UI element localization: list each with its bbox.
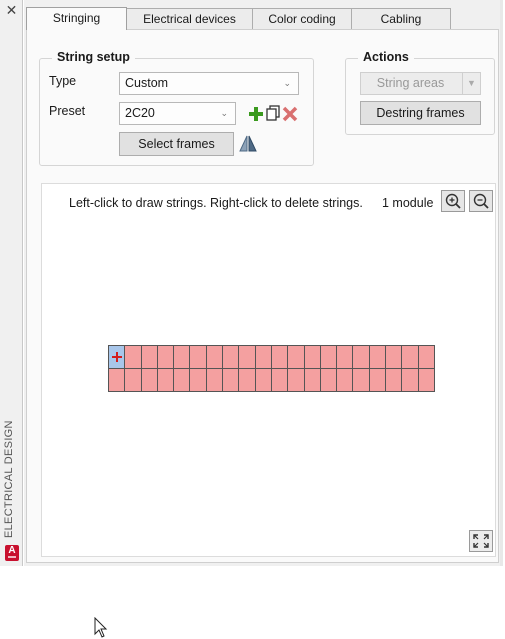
- preset-value: 2C20: [125, 106, 155, 120]
- zoom-in-icon: [445, 193, 461, 209]
- pv-module[interactable]: [402, 346, 419, 369]
- pv-module[interactable]: [369, 369, 387, 392]
- pv-module[interactable]: [337, 369, 354, 392]
- pv-module[interactable]: [320, 346, 338, 369]
- type-select[interactable]: Custom ⌄: [119, 72, 299, 95]
- zoom-in-button[interactable]: [441, 190, 465, 212]
- mouse-cursor-icon: [94, 617, 108, 638]
- pv-module[interactable]: [223, 369, 240, 392]
- select-frames-button[interactable]: Select frames: [119, 132, 234, 156]
- type-value: Custom: [125, 76, 169, 90]
- module-grid[interactable]: [108, 345, 435, 392]
- pv-module[interactable]: [369, 346, 387, 369]
- close-icon[interactable]: ✕: [4, 3, 19, 18]
- tab-stringing[interactable]: Stringing: [26, 7, 127, 30]
- pv-module[interactable]: [386, 369, 403, 392]
- pv-module[interactable]: [353, 346, 370, 369]
- palette-title: ELECTRICAL DESIGN: [3, 420, 15, 538]
- pv-module[interactable]: [109, 369, 126, 392]
- expand-icon: [473, 534, 489, 548]
- pv-module[interactable]: [304, 346, 321, 369]
- string-setup-group: String setup Type Custom ⌄ Preset 2C20 ⌄: [39, 50, 314, 166]
- pv-module[interactable]: [402, 369, 419, 392]
- string-areas-select[interactable]: String areas ▼: [360, 72, 481, 95]
- pv-module[interactable]: [125, 369, 142, 392]
- pv-module[interactable]: [418, 346, 435, 369]
- pv-module-selected[interactable]: [109, 346, 126, 369]
- pv-module[interactable]: [353, 369, 370, 392]
- pv-module[interactable]: [206, 369, 224, 392]
- pv-module[interactable]: [239, 369, 256, 392]
- main-panel: Stringing Electrical devices Color codin…: [24, 0, 503, 638]
- pv-module[interactable]: [255, 369, 272, 392]
- panel-edge: [500, 0, 503, 566]
- tab-bar: Stringing Electrical devices Color codin…: [26, 7, 451, 30]
- pv-module[interactable]: [141, 346, 158, 369]
- preset-label: Preset: [49, 104, 86, 118]
- pv-module[interactable]: [337, 346, 354, 369]
- zoom-out-button[interactable]: [469, 190, 493, 212]
- add-icon[interactable]: [248, 106, 264, 122]
- pv-module[interactable]: [255, 346, 272, 369]
- tab-color-coding[interactable]: Color coding: [252, 8, 352, 30]
- pv-module[interactable]: [174, 369, 191, 392]
- pv-module[interactable]: [174, 346, 191, 369]
- pv-module[interactable]: [271, 369, 289, 392]
- pv-module[interactable]: [288, 346, 305, 369]
- pv-module[interactable]: [320, 369, 338, 392]
- tab-cabling[interactable]: Cabling: [351, 8, 451, 30]
- pv-module[interactable]: [418, 369, 435, 392]
- pv-module[interactable]: [386, 346, 403, 369]
- pv-module[interactable]: [190, 346, 207, 369]
- delete-icon[interactable]: [282, 106, 298, 122]
- copy-icon[interactable]: [265, 105, 281, 122]
- chevron-down-icon: ⌄: [283, 78, 291, 88]
- pv-module[interactable]: [271, 346, 289, 369]
- palette-strip: ✕ ELECTRICAL DESIGN A: [0, 0, 23, 566]
- zoom-out-icon: [473, 193, 489, 209]
- string-setup-title: String setup: [52, 50, 135, 64]
- mirror-icon[interactable]: [238, 135, 258, 153]
- string-areas-value: String areas: [376, 76, 445, 90]
- stringing-canvas[interactable]: Left-click to draw strings. Right-click …: [41, 183, 496, 638]
- tab-electrical-devices[interactable]: Electrical devices: [126, 8, 253, 30]
- type-label: Type: [49, 74, 77, 88]
- pv-module[interactable]: [304, 369, 321, 392]
- canvas-hint: Left-click to draw strings. Right-click …: [69, 196, 363, 210]
- pv-module[interactable]: [125, 346, 142, 369]
- pv-module[interactable]: [157, 369, 175, 392]
- preset-select[interactable]: 2C20 ⌄: [119, 102, 236, 125]
- fullscreen-button[interactable]: [469, 530, 493, 552]
- pv-module[interactable]: [141, 369, 158, 392]
- app-logo: A: [5, 545, 19, 561]
- pv-module[interactable]: [190, 369, 207, 392]
- pv-module[interactable]: [206, 346, 224, 369]
- pv-module[interactable]: [157, 346, 175, 369]
- pv-module[interactable]: [288, 369, 305, 392]
- destring-frames-button[interactable]: Destring frames: [360, 101, 481, 125]
- pv-module[interactable]: [239, 346, 256, 369]
- actions-title: Actions: [358, 50, 414, 64]
- tab-content: String setup Type Custom ⌄ Preset 2C20 ⌄: [26, 29, 499, 638]
- chevron-down-icon: ⌄: [220, 108, 228, 118]
- pv-module[interactable]: [223, 346, 240, 369]
- actions-group: Actions String areas ▼ Destring frames: [345, 50, 495, 135]
- module-count: 1 module: [382, 196, 434, 210]
- chevron-down-icon: ▼: [462, 73, 480, 94]
